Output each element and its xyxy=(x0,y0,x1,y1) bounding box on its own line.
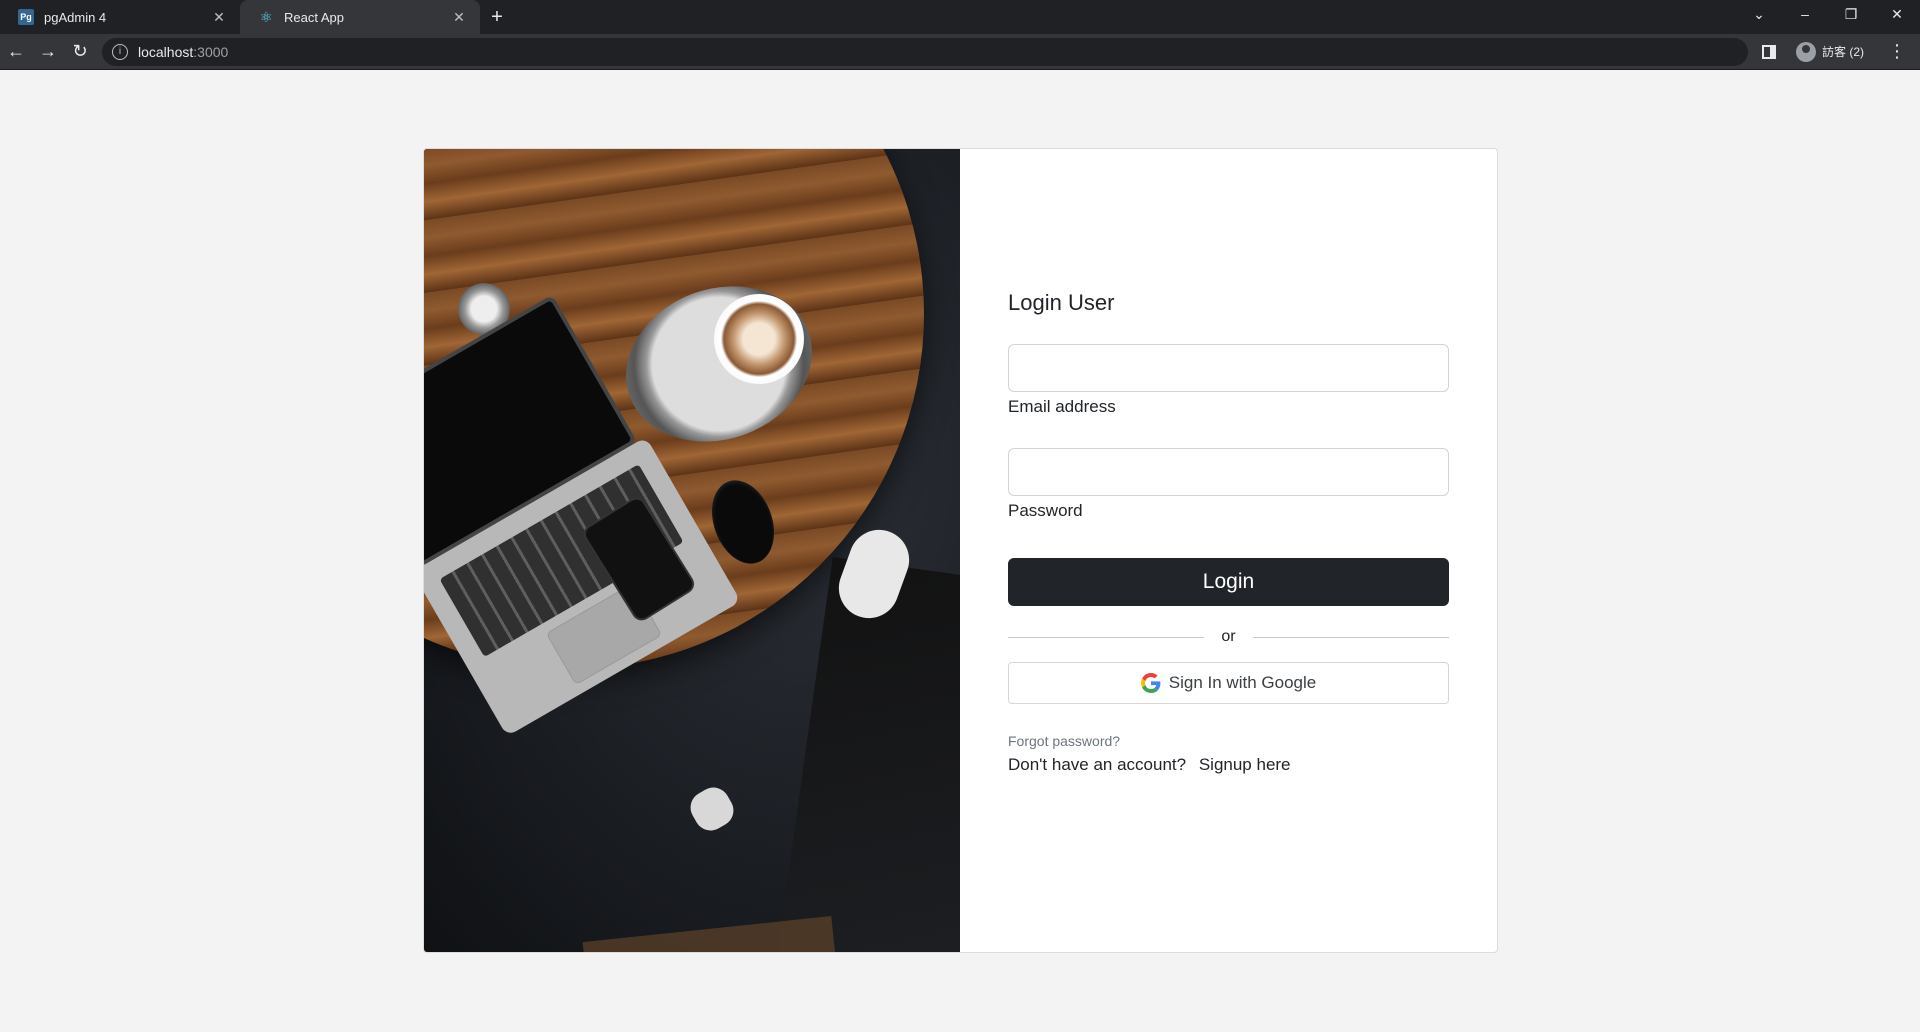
no-account-text: Don't have an account? xyxy=(1008,755,1187,774)
site-info-icon[interactable]: i xyxy=(112,43,128,60)
back-arrow-icon[interactable]: ← xyxy=(0,36,32,68)
signup-link[interactable]: Signup here xyxy=(1199,755,1291,774)
tab-pgadmin[interactable]: Pg pgAdmin 4 ✕ xyxy=(0,0,240,34)
close-window-button[interactable]: ✕ xyxy=(1874,6,1920,23)
google-g-icon xyxy=(1140,673,1161,693)
close-icon[interactable]: ✕ xyxy=(450,9,468,26)
forgot-password-link[interactable]: Forgot password? xyxy=(1008,733,1120,749)
tab-search-icon[interactable]: ⌄ xyxy=(1736,6,1782,23)
divider-line xyxy=(1252,636,1450,638)
email-field[interactable] xyxy=(1008,344,1449,392)
reload-icon[interactable]: ↻ xyxy=(64,36,96,68)
email-label: Email address xyxy=(1008,397,1116,416)
password-label: Password xyxy=(1008,501,1083,520)
divider-text: or xyxy=(1221,628,1236,645)
google-button-label: Sign In with Google xyxy=(1168,673,1317,692)
tab-title: pgAdmin 4 xyxy=(44,9,107,25)
photo-shoe xyxy=(684,781,740,837)
address-host: localhost xyxy=(138,43,194,60)
hero-photo xyxy=(424,149,960,952)
restore-button[interactable]: ❐ xyxy=(1828,6,1874,23)
password-field[interactable] xyxy=(1008,448,1449,496)
tab-title: React App xyxy=(284,9,344,25)
guest-avatar-icon xyxy=(1796,41,1816,62)
browser-tab-bar: Pg pgAdmin 4 ✕ ⚛ React App ✕ + ⌄ – ❐ ✕ xyxy=(0,0,1920,34)
profile-button[interactable]: 訪客 (2) xyxy=(1796,41,1865,62)
login-card: Login User Email address Password Login … xyxy=(423,148,1498,953)
photo-floor xyxy=(582,916,836,952)
address-bar[interactable]: i localhost :3000 xyxy=(102,37,1748,66)
address-port: :3000 xyxy=(193,43,229,60)
profile-label: 訪客 (2) xyxy=(1822,45,1865,59)
forward-arrow-icon[interactable]: → xyxy=(32,36,64,68)
divider-line xyxy=(1008,636,1205,638)
google-signin-button[interactable]: Sign In with Google xyxy=(1008,662,1449,704)
page-body: Login User Email address Password Login … xyxy=(0,71,1920,1032)
close-icon[interactable]: ✕ xyxy=(210,9,228,26)
react-atom-icon: ⚛ xyxy=(259,8,273,25)
tab-react-app[interactable]: ⚛ React App ✕ xyxy=(240,0,480,34)
or-divider: or xyxy=(1008,627,1450,647)
menu-kebab-icon[interactable]: ⋮ xyxy=(1888,41,1906,62)
photo-coffee-cup xyxy=(714,294,804,384)
minimize-button[interactable]: – xyxy=(1782,6,1828,22)
side-panel-icon[interactable] xyxy=(1762,44,1776,59)
login-form: Login User Email address Password Login … xyxy=(960,149,1497,952)
window-controls: ⌄ – ❐ ✕ xyxy=(1736,0,1920,28)
page-title: Login User xyxy=(1008,290,1115,315)
browser-toolbar: ← → ↻ i localhost :3000 訪客 (2) ⋮ xyxy=(0,34,1920,70)
signup-prompt: Don't have an account? Signup here xyxy=(1008,755,1291,775)
postgres-elephant-icon: Pg xyxy=(18,9,34,25)
login-button[interactable]: Login xyxy=(1008,558,1449,606)
new-tab-button[interactable]: + xyxy=(480,0,514,34)
